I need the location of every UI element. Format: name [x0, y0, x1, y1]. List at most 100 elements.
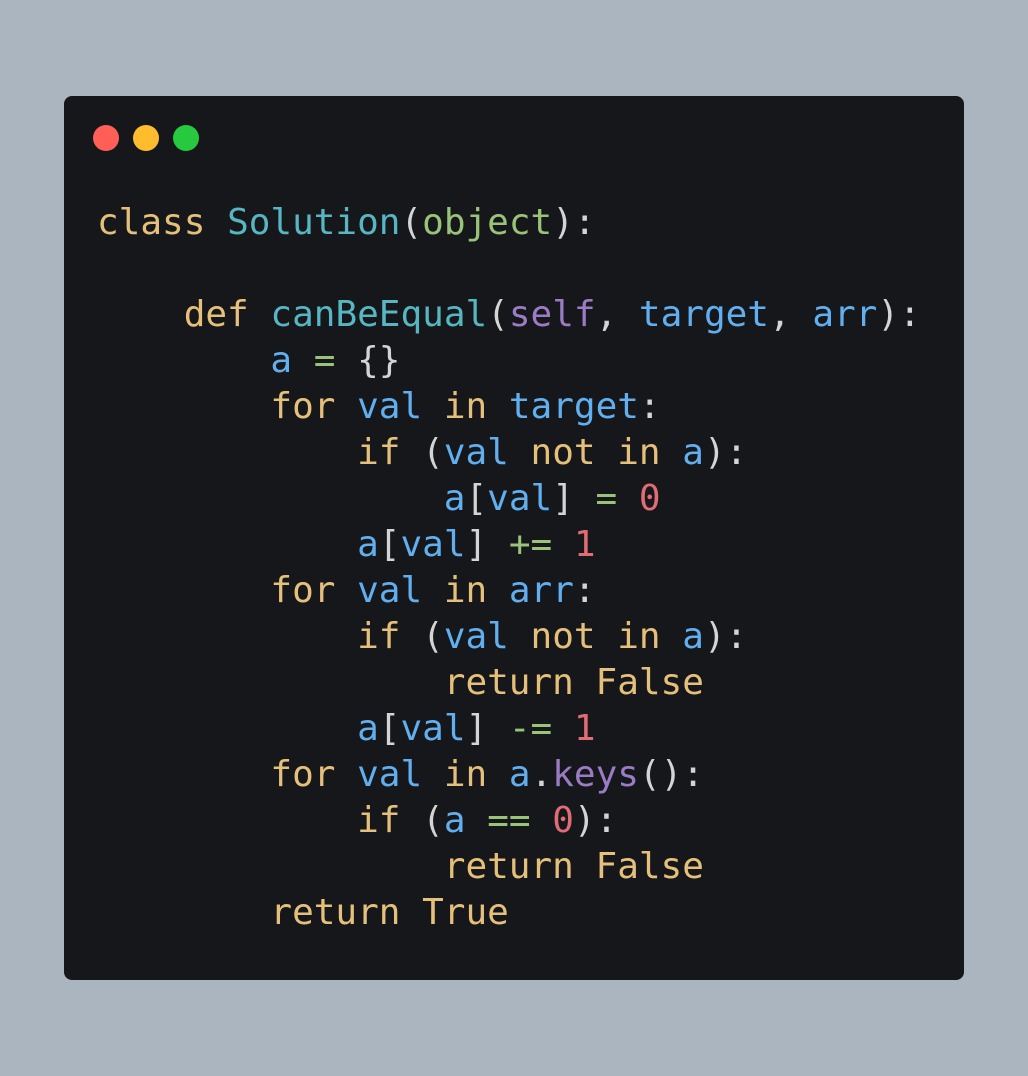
code-token-identifier: a — [270, 340, 293, 381]
code-token-punctuation: ( — [400, 202, 423, 243]
code-token-punctuation — [97, 294, 184, 335]
code-token-keyword: return — [443, 662, 574, 703]
code-token-keyword: not — [530, 616, 596, 657]
code-token-punctuation — [97, 386, 270, 427]
maximize-button[interactable] — [173, 125, 199, 151]
code-token-keyword: for — [270, 570, 336, 611]
code-token-punctuation — [205, 202, 227, 243]
code-token-keyword: in — [617, 432, 661, 473]
code-window: class Solution(object): def canBeEqual(s… — [64, 96, 964, 980]
code-token-keyword: in — [443, 386, 488, 427]
code-token-punctuation — [487, 754, 509, 795]
code-token-keyword: False — [595, 662, 704, 703]
code-token-punctuation: . — [530, 754, 553, 795]
code-token-punctuation: : — [573, 570, 596, 611]
code-token-punctuation — [596, 432, 618, 473]
code-token-identifier: val — [487, 478, 553, 519]
code-token-punctuation: ( — [400, 800, 444, 841]
code-token-punctuation — [574, 662, 596, 703]
minimize-button[interactable] — [133, 125, 159, 151]
code-line: return False — [97, 660, 921, 706]
code-token-operator: += — [508, 524, 553, 565]
code-token-punctuation — [400, 892, 422, 933]
close-button[interactable] — [93, 125, 119, 151]
code-token-keyword: True — [422, 892, 509, 933]
code-token-punctuation: ): — [877, 294, 921, 335]
code-token-identifier: target — [638, 294, 769, 335]
code-line: a = {} — [97, 338, 921, 384]
code-token-identifier: val — [443, 432, 509, 473]
code-token-identifier: val — [357, 386, 423, 427]
code-token-self: self — [508, 294, 596, 335]
code-token-punctuation: ( — [400, 432, 444, 473]
code-line: if (val not in a): — [97, 614, 921, 660]
code-token-punctuation — [661, 432, 683, 473]
code-line: a[val] -= 1 — [97, 706, 921, 752]
code-token-keyword: if — [357, 800, 401, 841]
code-token-punctuation — [509, 616, 531, 657]
code-token-punctuation: ): — [703, 616, 748, 657]
code-line: if (val not in a): — [97, 430, 921, 476]
code-token-punctuation: ] — [465, 524, 509, 565]
code-token-operator: = — [595, 478, 618, 519]
code-token-punctuation — [335, 386, 357, 427]
code-token-punctuation — [422, 754, 444, 795]
code-token-punctuation: ): — [552, 202, 596, 243]
code-token-punctuation: : — [638, 386, 661, 427]
code-block: class Solution(object): def canBeEqual(s… — [97, 200, 921, 936]
code-token-punctuation — [97, 570, 270, 611]
window-controls — [93, 125, 199, 151]
code-line: if (a == 0): — [97, 798, 921, 844]
code-token-punctuation: ): — [573, 800, 618, 841]
code-token-punctuation — [661, 616, 683, 657]
code-token-keyword: class — [97, 202, 206, 243]
code-token-function: canBeEqual — [270, 294, 488, 335]
code-token-punctuation: , — [768, 294, 813, 335]
code-token-function: Solution — [227, 202, 401, 243]
code-token-identifier: val — [400, 708, 466, 749]
code-token-punctuation: (): — [638, 754, 704, 795]
code-token-punctuation — [97, 432, 357, 473]
code-line: class Solution(object): — [97, 200, 921, 246]
code-token-operator: = — [313, 340, 336, 381]
code-token-number: 0 — [552, 800, 574, 841]
code-token-punctuation: ): — [703, 432, 748, 473]
code-token-identifier: arr — [508, 570, 574, 611]
code-token-punctuation — [552, 524, 574, 565]
code-token-punctuation — [466, 800, 488, 841]
code-token-punctuation — [97, 708, 357, 749]
code-token-identifier: val — [400, 524, 466, 565]
code-token-number: 1 — [573, 708, 596, 749]
code-line: a[val] += 1 — [97, 522, 921, 568]
code-token-punctuation — [97, 524, 357, 565]
code-line: for val in arr: — [97, 568, 921, 614]
code-token-punctuation — [422, 570, 444, 611]
code-token-punctuation — [97, 800, 357, 841]
code-token-punctuation — [422, 386, 444, 427]
code-token-punctuation: [ — [378, 524, 401, 565]
code-token-punctuation — [97, 892, 270, 933]
code-token-operator: -= — [508, 708, 553, 749]
code-token-punctuation: {} — [335, 340, 401, 381]
code-token-punctuation — [335, 754, 357, 795]
code-token-keyword: in — [443, 570, 488, 611]
code-token-punctuation — [97, 478, 444, 519]
code-token-punctuation: ( — [487, 294, 509, 335]
code-token-keyword: if — [357, 616, 401, 657]
code-token-punctuation — [596, 616, 618, 657]
code-token-punctuation — [574, 846, 596, 887]
code-token-keyword: for — [270, 754, 336, 795]
code-token-punctuation — [617, 478, 639, 519]
code-line: a[val] = 0 — [97, 476, 921, 522]
code-token-punctuation — [292, 340, 314, 381]
code-token-punctuation: , — [595, 294, 639, 335]
code-token-punctuation — [97, 754, 270, 795]
code-token-builtin: object — [422, 202, 553, 243]
code-token-punctuation — [97, 340, 270, 381]
code-token-operator: == — [487, 800, 531, 841]
code-token-punctuation — [97, 662, 444, 703]
code-token-keyword: return — [270, 892, 401, 933]
code-line: return True — [97, 890, 921, 936]
code-line: def canBeEqual(self, target, arr): — [97, 292, 921, 338]
